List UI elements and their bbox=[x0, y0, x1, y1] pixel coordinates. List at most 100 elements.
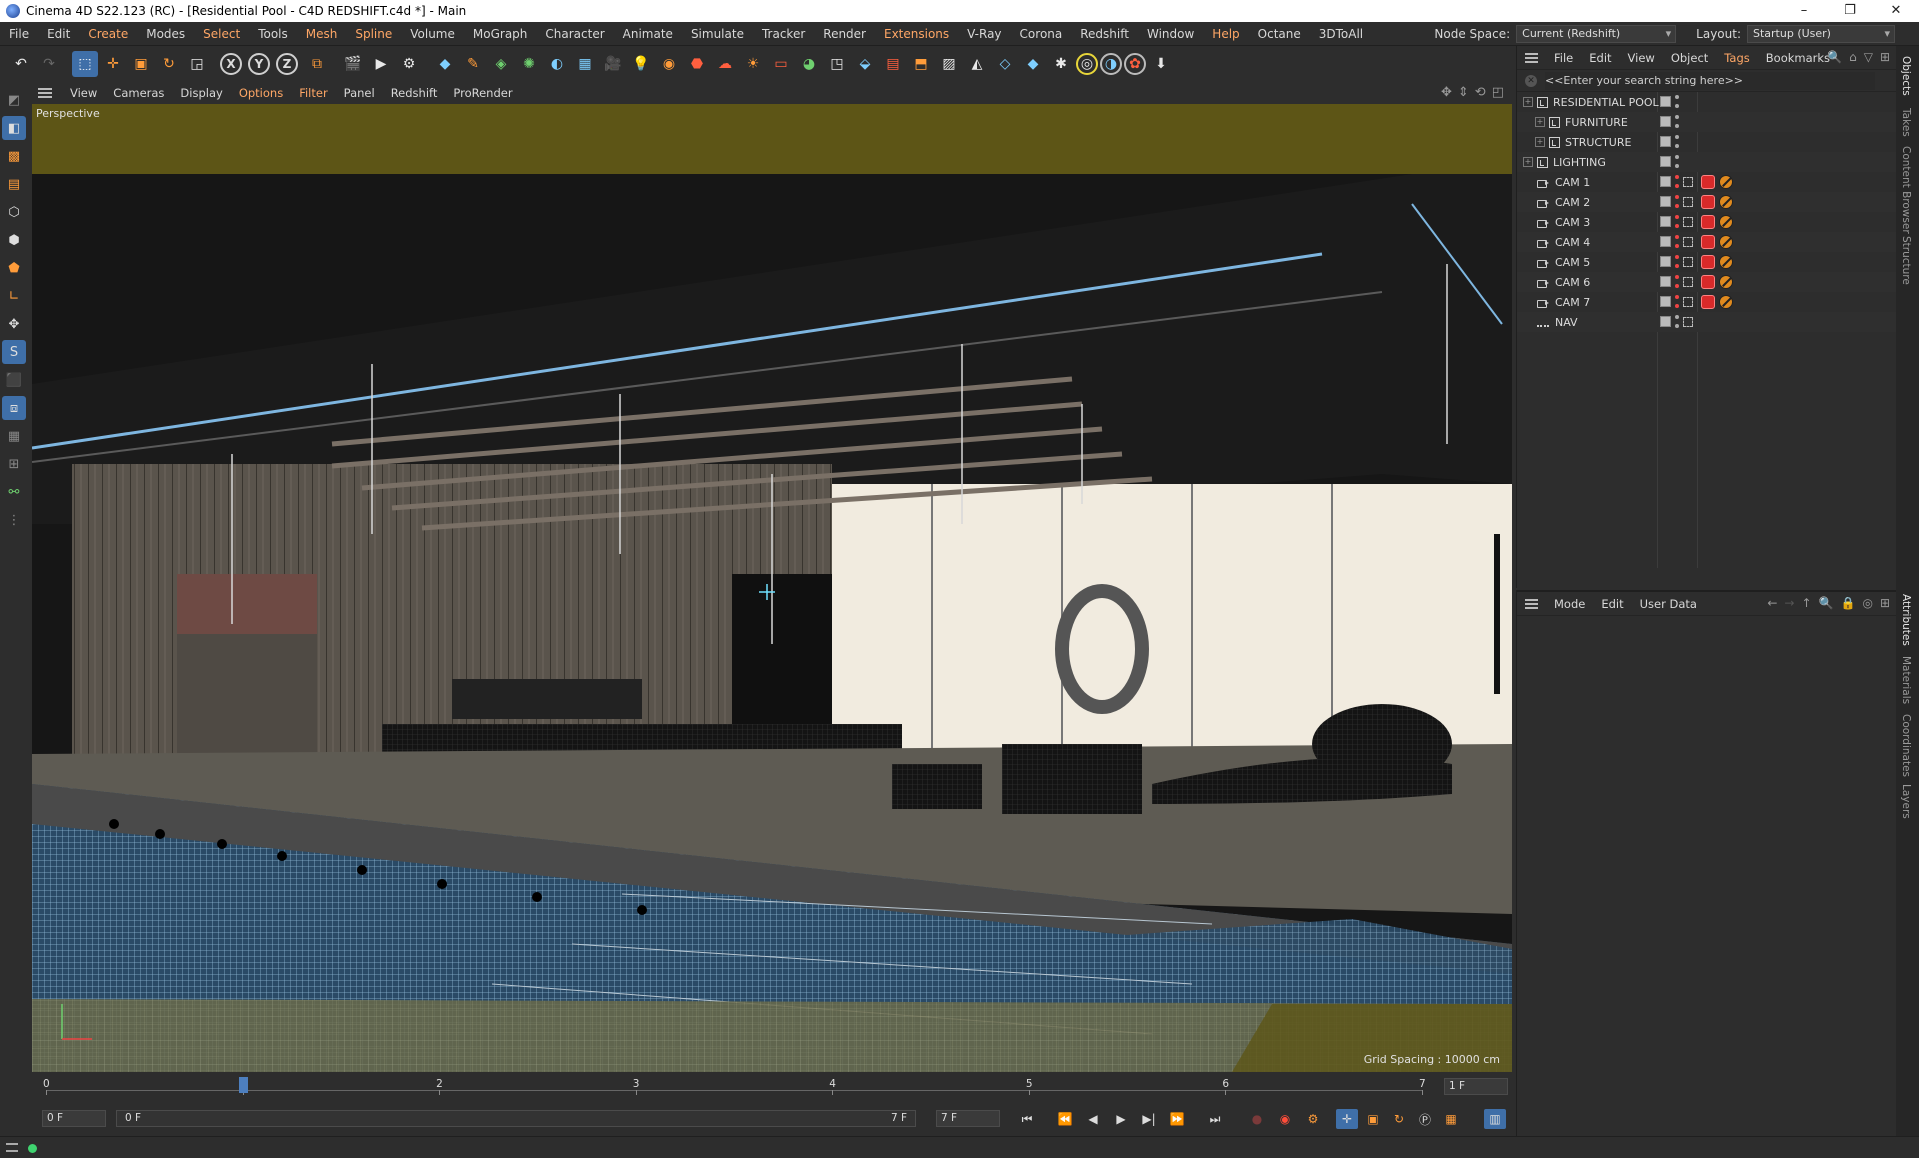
orbit-icon[interactable]: ⟲ bbox=[1475, 85, 1486, 100]
object-name[interactable]: STRUCTURE bbox=[1565, 136, 1631, 149]
viewport-menu-display[interactable]: Display bbox=[172, 86, 230, 100]
visibility-dots-icon[interactable] bbox=[1675, 215, 1679, 228]
render-view-icon[interactable]: 🎬 bbox=[340, 51, 366, 77]
timeline-playhead[interactable] bbox=[238, 1077, 248, 1093]
visibility-dots-icon[interactable] bbox=[1675, 275, 1679, 288]
menu-corona[interactable]: Corona bbox=[1011, 22, 1072, 46]
visibility-dots-icon[interactable] bbox=[1675, 135, 1679, 148]
goto-start-icon[interactable]: ⏮ bbox=[1016, 1109, 1038, 1129]
object-menu-view[interactable]: View bbox=[1620, 51, 1663, 65]
protection-tag-icon[interactable] bbox=[1719, 235, 1733, 249]
perspective-viewport[interactable]: Perspective Grid Spacing: 10000 cm bbox=[32, 104, 1512, 1072]
redshift-settings-icon[interactable]: ✱ bbox=[1048, 51, 1074, 77]
protection-tag-icon[interactable] bbox=[1719, 215, 1733, 229]
timeline-current-frame-field[interactable]: 1 F bbox=[1444, 1078, 1508, 1095]
next-frame-icon[interactable]: ▶| bbox=[1138, 1109, 1160, 1129]
menu-character[interactable]: Character bbox=[536, 22, 613, 46]
edit-visibility-icon[interactable] bbox=[1660, 316, 1671, 327]
menu-create[interactable]: Create bbox=[79, 22, 137, 46]
key-rotation-icon[interactable]: ↻ bbox=[1388, 1109, 1410, 1129]
cube-icon[interactable]: ◆ bbox=[432, 51, 458, 77]
attribute-menu-user-data[interactable]: User Data bbox=[1632, 597, 1705, 611]
snap-icon[interactable]: S bbox=[2, 340, 26, 364]
visibility-dots-icon[interactable] bbox=[1675, 255, 1679, 268]
menu-mesh[interactable]: Mesh bbox=[297, 22, 347, 46]
menu-select[interactable]: Select bbox=[194, 22, 249, 46]
forward-arrow-icon[interactable]: → bbox=[1784, 596, 1794, 610]
redo-icon[interactable]: ↷ bbox=[36, 51, 62, 77]
visibility-dots-icon[interactable] bbox=[1675, 235, 1679, 248]
redshift-rv-icon[interactable]: ◳ bbox=[824, 51, 850, 77]
menu-spline[interactable]: Spline bbox=[346, 22, 401, 46]
axis-mode-icon[interactable]: ∟ bbox=[2, 284, 26, 308]
menu-simulate[interactable]: Simulate bbox=[682, 22, 753, 46]
redshift-texture-icon[interactable]: ▨ bbox=[936, 51, 962, 77]
edit-visibility-icon[interactable] bbox=[1660, 96, 1671, 107]
object-name[interactable]: FURNITURE bbox=[1565, 116, 1628, 129]
timeline-track[interactable] bbox=[46, 1090, 1422, 1091]
tab-layers[interactable]: Layers bbox=[1900, 784, 1912, 819]
back-arrow-icon[interactable]: ← bbox=[1767, 596, 1777, 610]
object-menu-file[interactable]: File bbox=[1546, 51, 1581, 65]
visibility-dots-icon[interactable] bbox=[1675, 295, 1679, 308]
y-axis-icon[interactable]: Y bbox=[248, 53, 270, 75]
camera-target-tag-icon[interactable] bbox=[1683, 297, 1693, 307]
object-name[interactable]: NAV bbox=[1555, 316, 1578, 329]
autokey-icon[interactable]: ◉ bbox=[1274, 1109, 1296, 1129]
edit-visibility-icon[interactable] bbox=[1660, 156, 1671, 167]
object-name[interactable]: CAM 5 bbox=[1555, 256, 1590, 269]
protection-tag-icon[interactable] bbox=[1719, 255, 1733, 269]
object-row-cam-2[interactable]: CAM 2 bbox=[1517, 192, 1896, 212]
search-icon[interactable]: 🔍 bbox=[1819, 596, 1834, 610]
viewport-menu-options[interactable]: Options bbox=[231, 86, 291, 100]
menu-3dtoall[interactable]: 3DToAll bbox=[1310, 22, 1372, 46]
key-scale-icon[interactable]: ▣ bbox=[1362, 1109, 1384, 1129]
symmetry-icon[interactable]: ⚯ bbox=[2, 480, 26, 504]
camera-target-tag-icon[interactable] bbox=[1683, 257, 1693, 267]
redshift-camera-tag-icon[interactable] bbox=[1701, 215, 1715, 229]
viewport-menu-prorender[interactable]: ProRender bbox=[445, 86, 520, 100]
deformer-icon[interactable]: ◐ bbox=[544, 51, 570, 77]
visibility-dots-icon[interactable] bbox=[1675, 155, 1679, 168]
redshift-dome-icon[interactable]: ☁ bbox=[712, 51, 738, 77]
status-menu-icon[interactable] bbox=[6, 1143, 18, 1152]
light-icon[interactable]: 💡 bbox=[628, 51, 654, 77]
timeline-window-icon[interactable]: ▥ bbox=[1484, 1109, 1506, 1129]
menu-tracker[interactable]: Tracker bbox=[753, 22, 814, 46]
new-window-icon[interactable]: ⊞ bbox=[1880, 50, 1890, 64]
edit-visibility-icon[interactable] bbox=[1660, 236, 1671, 247]
goto-end-icon[interactable]: ⏭ bbox=[1204, 1109, 1226, 1129]
camera-target-tag-icon[interactable] bbox=[1683, 217, 1693, 227]
camera-target-tag-icon[interactable] bbox=[1683, 277, 1693, 287]
expand-toggle-icon[interactable]: + bbox=[1535, 137, 1545, 147]
redshift-sun-icon[interactable]: ☀ bbox=[740, 51, 766, 77]
render-settings-icon[interactable]: ⚙ bbox=[396, 51, 422, 77]
clear-search-icon[interactable]: ✕ bbox=[1525, 74, 1537, 87]
rotate-icon[interactable]: ↻ bbox=[156, 51, 182, 77]
x-axis-icon[interactable]: X bbox=[220, 53, 242, 75]
object-search-input[interactable] bbox=[1545, 71, 1875, 90]
menu-extensions[interactable]: Extensions bbox=[875, 22, 958, 46]
edit-visibility-icon[interactable] bbox=[1660, 176, 1671, 187]
end-frame-field[interactable]: 7 F bbox=[936, 1110, 1000, 1127]
edit-visibility-icon[interactable] bbox=[1660, 296, 1671, 307]
viewport-menu-redshift[interactable]: Redshift bbox=[383, 86, 446, 100]
object-row-structure[interactable]: + STRUCTURE bbox=[1517, 132, 1896, 152]
menu-render[interactable]: Render bbox=[814, 22, 875, 46]
octane-live-icon[interactable]: ◑ bbox=[1100, 53, 1122, 75]
dolly-icon[interactable]: ⇕ bbox=[1458, 85, 1469, 100]
viewport-camera-label[interactable]: Perspective bbox=[36, 107, 100, 120]
timeline-ruler[interactable]: 01234567 1 F bbox=[32, 1076, 1512, 1098]
edit-visibility-icon[interactable] bbox=[1660, 196, 1671, 207]
up-arrow-icon[interactable]: ↑ bbox=[1801, 596, 1811, 610]
layout-select[interactable]: Startup (User) bbox=[1747, 25, 1895, 43]
redshift-volume-icon[interactable]: ◇ bbox=[992, 51, 1018, 77]
octane-icon[interactable]: ◎ bbox=[1076, 53, 1098, 75]
octane-settings-icon[interactable]: ✿ bbox=[1124, 53, 1146, 75]
next-key-icon[interactable]: ⏩ bbox=[1166, 1109, 1188, 1129]
tweak-mode-icon[interactable]: ✥ bbox=[2, 312, 26, 336]
redshift-camera-tag-icon[interactable] bbox=[1701, 195, 1715, 209]
object-name[interactable]: CAM 7 bbox=[1555, 296, 1590, 309]
redshift-tag-icon[interactable]: ◆ bbox=[1020, 51, 1046, 77]
points-mode-icon[interactable]: ⬡ bbox=[2, 200, 26, 224]
